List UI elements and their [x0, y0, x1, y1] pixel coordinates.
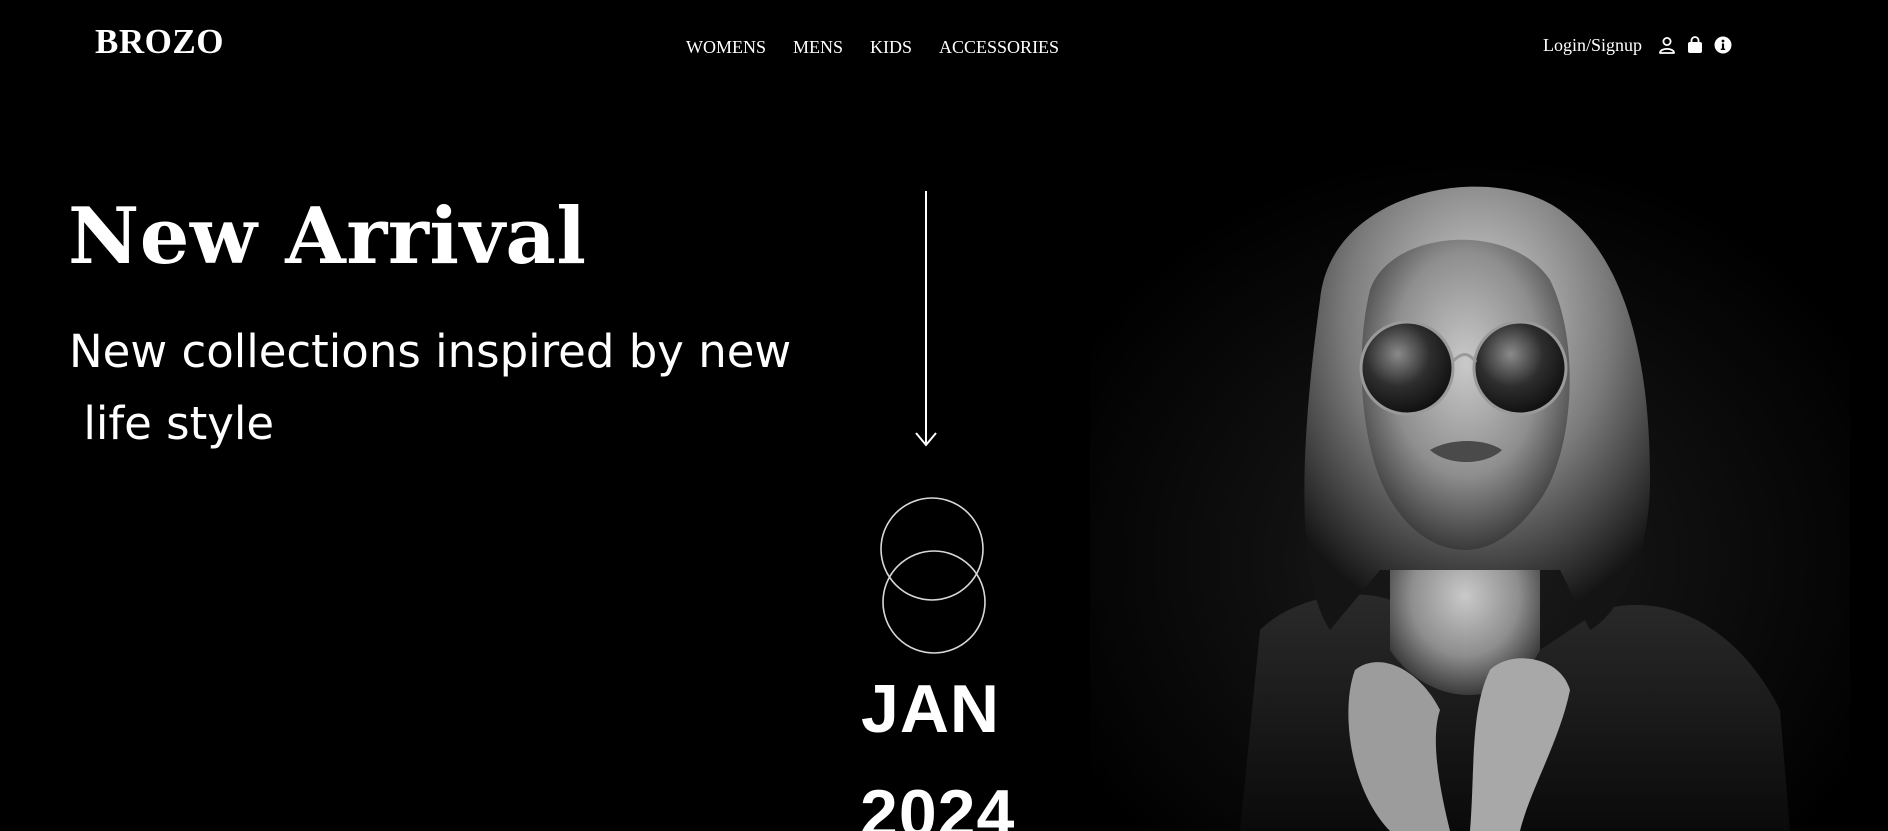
- hero-subtitle: New collections inspired by new life sty…: [69, 325, 792, 450]
- hero-title: New Arrival: [68, 191, 587, 282]
- model-photo: [1090, 150, 1850, 831]
- scroll-down-arrow-icon: [915, 191, 937, 447]
- site-header: BROZO WOMENS MENS KIDS ACCESSORIES Login…: [0, 0, 1888, 96]
- nav-item-mens[interactable]: MENS: [793, 38, 843, 56]
- account-area: Login/Signup: [1543, 36, 1732, 54]
- login-signup-link[interactable]: Login/Signup: [1543, 36, 1642, 54]
- interlocked-rings-icon: [880, 497, 986, 654]
- main-nav: WOMENS MENS KIDS ACCESSORIES: [686, 38, 1059, 56]
- nav-item-accessories[interactable]: ACCESSORIES: [939, 38, 1059, 56]
- shopping-bag-icon[interactable]: [1686, 36, 1704, 54]
- info-icon[interactable]: [1714, 36, 1732, 54]
- nav-item-kids[interactable]: KIDS: [870, 38, 912, 56]
- brand-logo[interactable]: BROZO: [95, 24, 224, 59]
- release-month: JAN: [861, 671, 1001, 747]
- release-year: 2024: [860, 776, 1016, 831]
- nav-item-womens[interactable]: WOMENS: [686, 38, 766, 56]
- user-icon[interactable]: [1658, 36, 1676, 54]
